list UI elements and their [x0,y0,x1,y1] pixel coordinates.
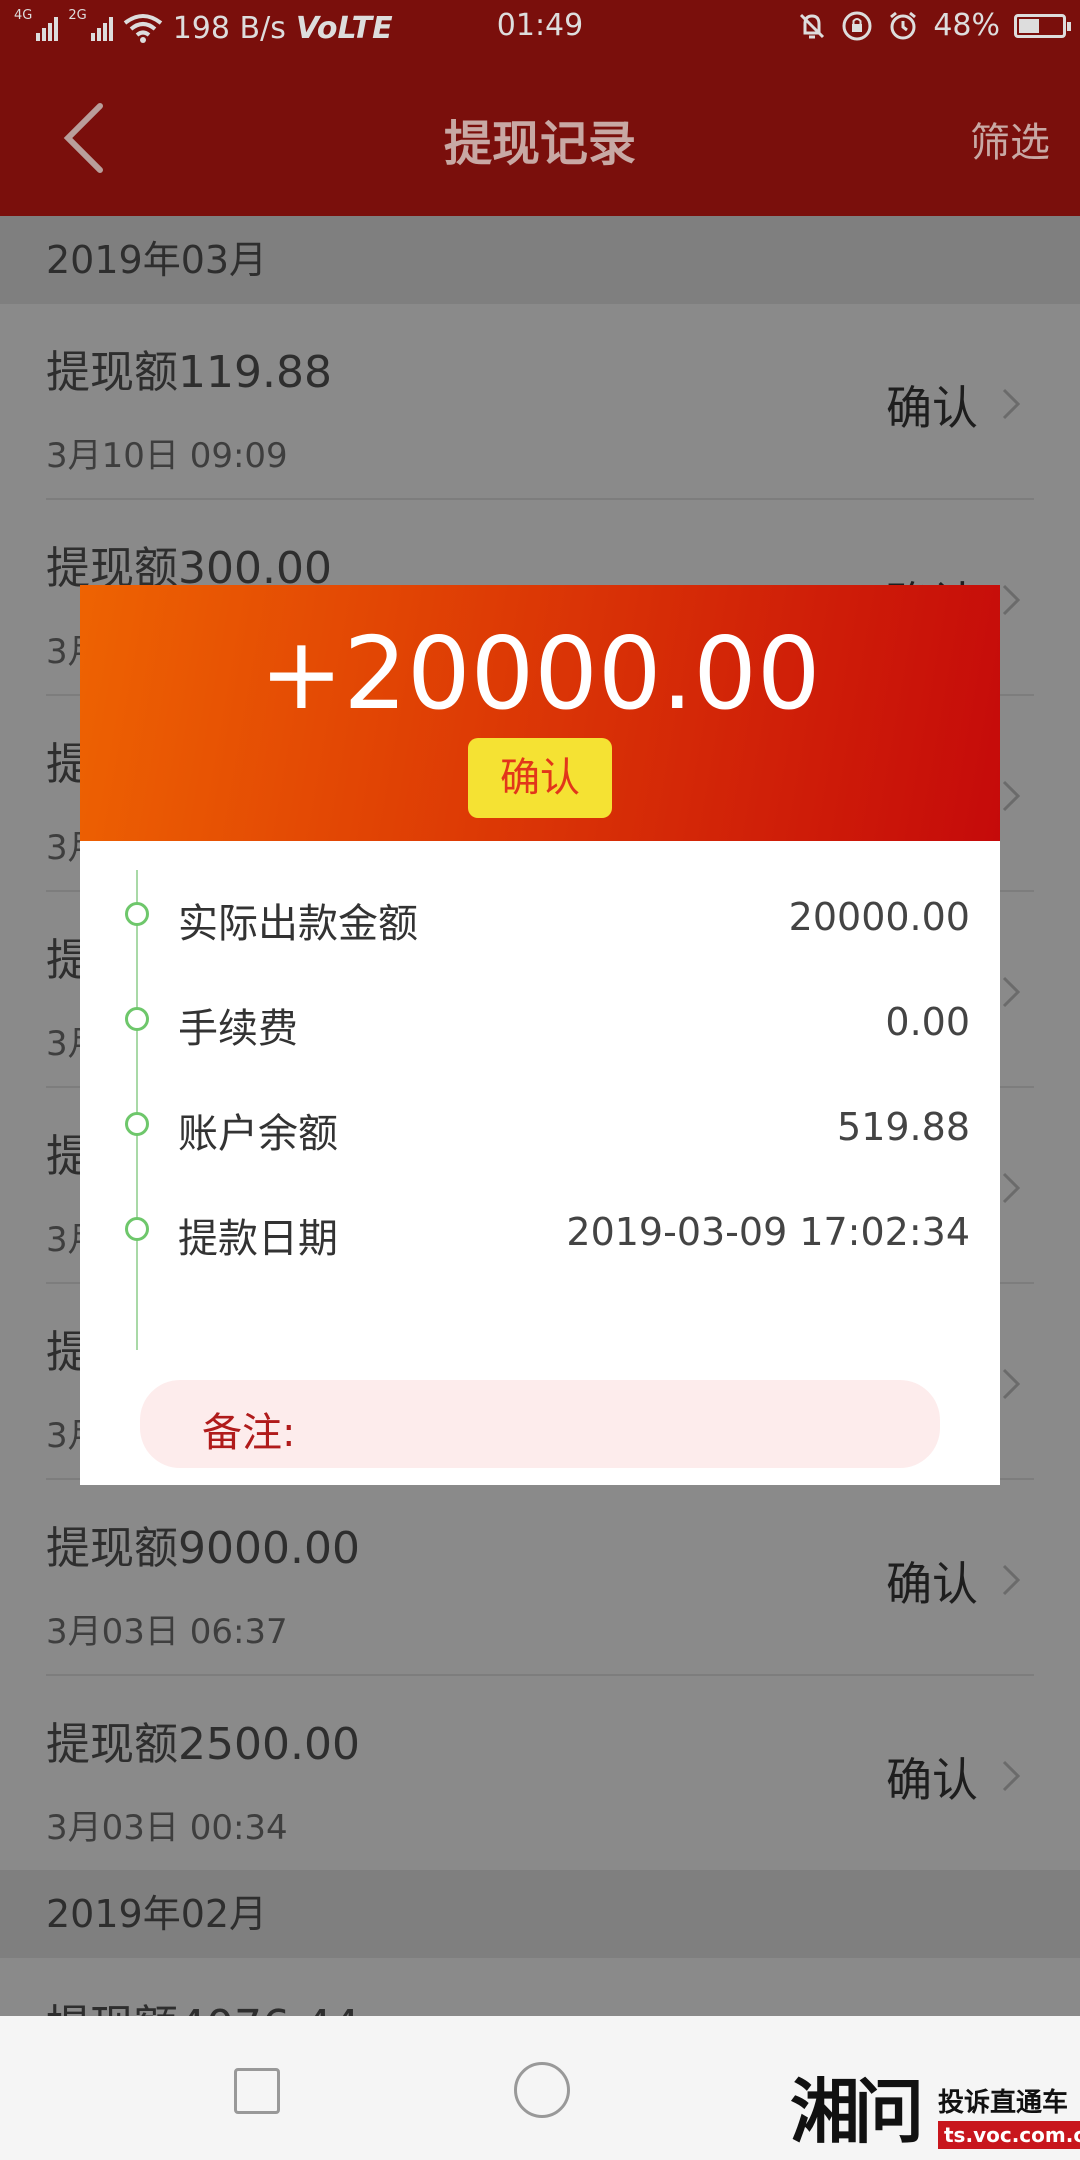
chevron-right-icon [1002,584,1021,616]
row-status: 确认 [886,1753,978,1807]
home-button[interactable] [514,2062,570,2118]
chevron-right-icon [1002,1172,1021,1204]
battery-level [1019,18,1039,33]
chevron-right-icon [1002,388,1021,420]
rotation-lock-icon [842,11,872,40]
recents-button[interactable] [234,2068,280,2114]
row-time: 3月10日 09:09 [46,436,288,476]
timeline-dot [125,1217,149,1241]
row-amount: 提现额9000.00 [46,1523,360,1574]
withdrawal-detail-dialog[interactable]: +20000.00 确认 实际出款金额 20000.00 手续费 0.00 账户… [80,585,1000,1485]
list-item[interactable]: 提现额2500.00 3月03日 00:34 确认 [46,1676,1034,1870]
filter-button[interactable]: 筛选 [970,110,1050,168]
row-time: 3月03日 00:34 [46,1808,288,1848]
system-nav-bar: 湘问 投诉直通车 ts.voc.com.cn [0,2016,1080,2160]
page-title: 提现记录 [443,116,636,172]
dialog-amount: +20000.00 [259,615,821,732]
list-item[interactable]: 提现额9000.00 3月03日 06:37 确认 [46,1480,1034,1676]
chevron-right-icon [1002,780,1021,812]
detail-value: 0.00 [885,1000,970,1044]
chevron-right-icon [1002,976,1021,1008]
row-time: 3月03日 06:37 [46,1612,288,1652]
status-badge: 确认 [468,738,612,818]
detail-value: 519.88 [837,1105,970,1149]
detail-label: 实际出款金额 [178,901,418,947]
timeline-dot [125,1112,149,1136]
detail-label: 手续费 [178,1006,298,1052]
row-status: 确认 [886,381,978,435]
battery-icon [1014,13,1071,38]
detail-row-fee: 手续费 0.00 [80,990,1000,1052]
chevron-right-icon [1002,1564,1021,1596]
row-amount: 提现额2500.00 [46,1719,360,1770]
status-bar: 4G 2G 198 B/s VoLTE 01:49 48% [0,0,1080,54]
detail-row-balance: 账户余额 519.88 [80,1095,1000,1157]
timeline-dot [125,1007,149,1031]
detail-value: 20000.00 [788,895,970,939]
row-amount: 提现额119.88 [46,347,332,398]
dialog-header: +20000.00 确认 [80,585,1000,841]
watermark-text: 投诉直通车 [938,2088,1069,2118]
status-right: 48% [797,8,1071,43]
timeline-dot [125,902,149,926]
watermark: 投诉直通车 ts.voc.com.cn [938,2082,1080,2149]
row-status: 确认 [886,1557,978,1611]
chevron-right-icon [1002,1368,1021,1400]
chevron-right-icon [1002,1760,1021,1792]
note-label: 备注: [202,1410,296,1456]
month-header: 2019年02月 [0,1870,1080,1958]
note-box: 备注: [140,1380,940,1468]
month-header: 2019年03月 [0,216,1080,304]
detail-value: 2019-03-09 17:02:34 [566,1210,970,1254]
watermark-logo: 湘问 [790,2071,924,2153]
detail-label: 账户余额 [178,1111,338,1157]
detail-label: 提款日期 [178,1216,338,1262]
battery-percent: 48% [933,8,1000,43]
watermark-url: ts.voc.com.cn [938,2121,1080,2149]
detail-row-date: 提款日期 2019-03-09 17:02:34 [80,1200,1000,1262]
alarm-icon [890,11,917,39]
mute-bell-icon [800,13,825,38]
list-item[interactable]: 提现额119.88 3月10日 09:09 确认 [46,304,1034,500]
detail-row-actual-amount: 实际出款金额 20000.00 [80,885,1000,947]
app-bar: 提现记录 筛选 [0,54,1080,216]
app-screen: 4G 2G 198 B/s VoLTE 01:49 48% 提现记录 筛选 20… [0,0,1080,2160]
